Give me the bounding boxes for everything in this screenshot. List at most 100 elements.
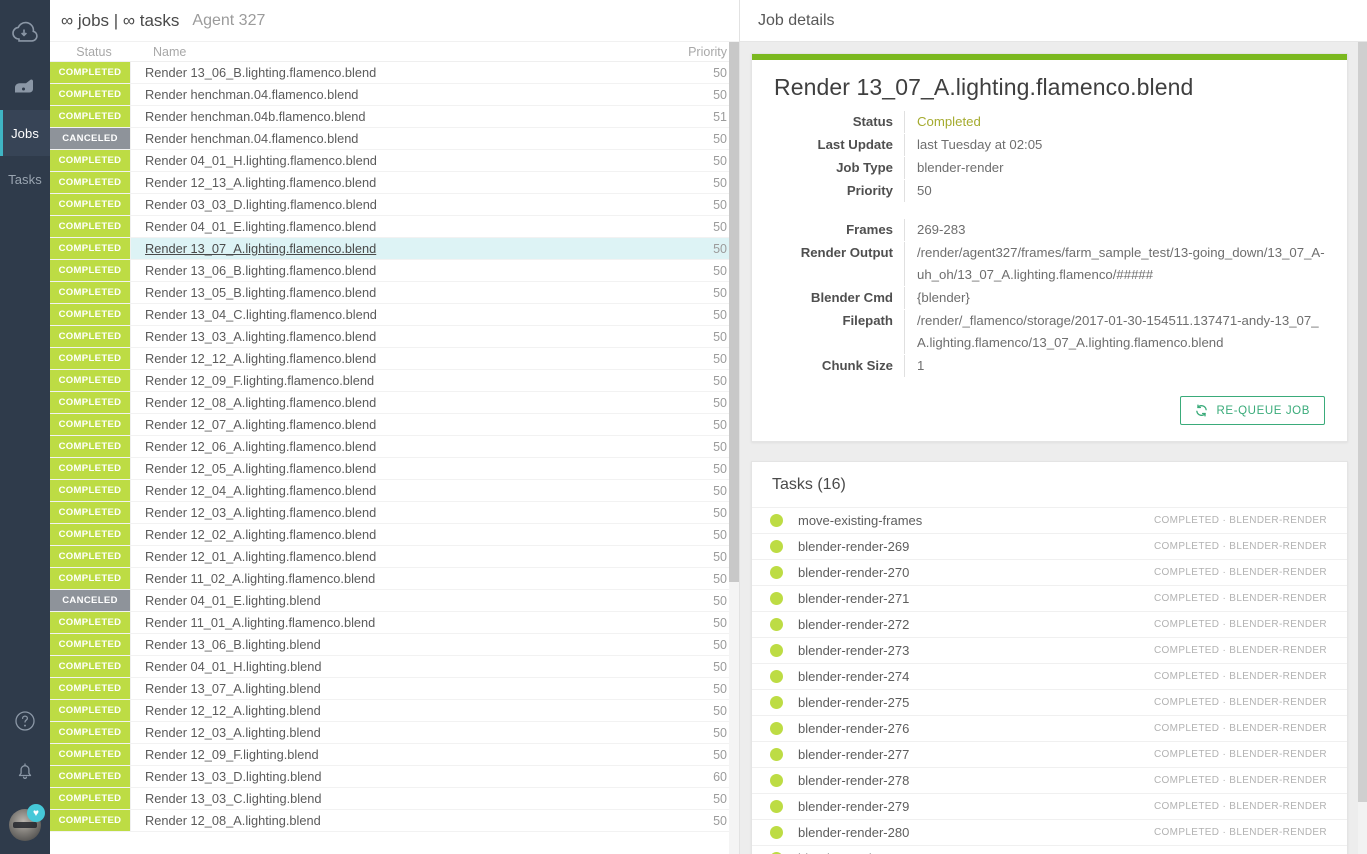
job-name-cell[interactable]: Render henchman.04b.flamenco.blend <box>130 106 650 127</box>
table-row[interactable]: COMPLETED Render 13_06_B.lighting.blend 50 <box>50 634 740 656</box>
job-name-cell[interactable]: Render 12_03_A.lighting.flamenco.blend <box>130 502 650 523</box>
requeue-job-button[interactable]: RE-QUEUE JOB <box>1179 396 1325 425</box>
job-name-cell[interactable]: Render 04_01_H.lighting.flamenco.blend <box>130 150 650 171</box>
job-name-cell[interactable]: Render 13_06_B.lighting.flamenco.blend <box>130 62 650 83</box>
list-item[interactable]: blender-render-277 COMPLETED · BLENDER-RE… <box>752 741 1347 767</box>
details-scrollbar[interactable] <box>1358 42 1367 854</box>
job-name-cell[interactable]: Render 13_05_B.lighting.flamenco.blend <box>130 282 650 303</box>
table-row[interactable]: COMPLETED Render 13_06_B.lighting.flamenc… <box>50 260 740 282</box>
list-item[interactable]: move-existing-frames COMPLETED · BLENDER-… <box>752 507 1347 533</box>
list-item[interactable]: blender-render-272 COMPLETED · BLENDER-RE… <box>752 611 1347 637</box>
table-row[interactable]: CANCELED Render 04_01_E.lighting.blend 50 <box>50 590 740 612</box>
column-header-name[interactable]: Name <box>138 45 650 59</box>
details-scrollbar-thumb[interactable] <box>1358 42 1367 802</box>
job-name-cell[interactable]: Render 13_07_A.lighting.flamenco.blend <box>130 238 650 259</box>
task-name: blender-render-275 <box>798 695 910 710</box>
job-name-cell[interactable]: Render 12_01_A.lighting.flamenco.blend <box>130 546 650 567</box>
table-row[interactable]: COMPLETED Render 04_01_E.lighting.flamenc… <box>50 216 740 238</box>
list-item[interactable]: blender-render-271 COMPLETED · BLENDER-RE… <box>752 585 1347 611</box>
job-name-cell[interactable]: Render 13_07_A.lighting.blend <box>130 678 650 699</box>
list-item[interactable]: blender-render-274 COMPLETED · BLENDER-RE… <box>752 663 1347 689</box>
job-name-cell[interactable]: Render henchman.04.flamenco.blend <box>130 128 650 149</box>
table-row[interactable]: COMPLETED Render 13_07_A.lighting.flamenc… <box>50 238 740 260</box>
job-name-cell[interactable]: Render 11_01_A.lighting.flamenco.blend <box>130 612 650 633</box>
list-item[interactable]: blender-render-275 COMPLETED · BLENDER-RE… <box>752 689 1347 715</box>
job-name-cell[interactable]: Render 12_07_A.lighting.flamenco.blend <box>130 414 650 435</box>
table-row[interactable]: COMPLETED Render 13_06_B.lighting.flamenc… <box>50 62 740 84</box>
job-name-cell[interactable]: Render 12_09_F.lighting.flamenco.blend <box>130 370 650 391</box>
table-row[interactable]: COMPLETED Render 12_05_A.lighting.flamenc… <box>50 458 740 480</box>
job-name-cell[interactable]: Render 12_08_A.lighting.flamenco.blend <box>130 392 650 413</box>
help-circle-icon[interactable] <box>0 696 50 746</box>
job-name-cell[interactable]: Render 13_06_B.lighting.blend <box>130 634 650 655</box>
job-name-cell[interactable]: Render 03_03_D.lighting.flamenco.blend <box>130 194 650 215</box>
bell-icon[interactable] <box>0 746 50 796</box>
column-header-status[interactable]: Status <box>50 45 138 59</box>
job-name-cell[interactable]: Render 04_01_E.lighting.blend <box>130 590 650 611</box>
table-row[interactable]: COMPLETED Render 12_03_A.lighting.blend 50 <box>50 722 740 744</box>
table-row[interactable]: COMPLETED Render 13_03_D.lighting.blend 60 <box>50 766 740 788</box>
job-name-cell[interactable]: Render 13_03_A.lighting.flamenco.blend <box>130 326 650 347</box>
table-row[interactable]: COMPLETED Render 12_12_A.lighting.flamenc… <box>50 348 740 370</box>
sidebar-item-jobs[interactable]: Jobs <box>0 110 50 156</box>
job-name-cell[interactable]: Render henchman.04.flamenco.blend <box>130 84 650 105</box>
job-name-cell[interactable]: Render 12_06_A.lighting.flamenco.blend <box>130 436 650 457</box>
list-item[interactable]: blender-render-273 COMPLETED · BLENDER-RE… <box>752 637 1347 663</box>
job-name-cell[interactable]: Render 11_02_A.lighting.flamenco.blend <box>130 568 650 589</box>
job-name-cell[interactable]: Render 12_12_A.lighting.flamenco.blend <box>130 348 650 369</box>
job-name-cell[interactable]: Render 13_03_D.lighting.blend <box>130 766 650 787</box>
job-name-cell[interactable]: Render 04_01_E.lighting.flamenco.blend <box>130 216 650 237</box>
task-meta: COMPLETED · BLENDER-RENDER <box>1153 593 1327 604</box>
job-name-cell[interactable]: Render 12_12_A.lighting.blend <box>130 700 650 721</box>
flamenco-icon[interactable] <box>0 68 50 106</box>
job-name-cell[interactable]: Render 12_03_A.lighting.blend <box>130 722 650 743</box>
job-name-cell[interactable]: Render 12_09_F.lighting.blend <box>130 744 650 765</box>
column-header-priority[interactable]: Priority <box>650 45 740 59</box>
job-name-cell[interactable]: Render 12_04_A.lighting.flamenco.blend <box>130 480 650 501</box>
list-item[interactable]: blender-render-270 COMPLETED · BLENDER-RE… <box>752 559 1347 585</box>
list-item[interactable]: blender-render-269 COMPLETED · BLENDER-RE… <box>752 533 1347 559</box>
table-row[interactable]: COMPLETED Render 12_02_A.lighting.flamenc… <box>50 524 740 546</box>
table-row[interactable]: COMPLETED Render 11_02_A.lighting.flamenc… <box>50 568 740 590</box>
job-name-cell[interactable]: Render 13_06_B.lighting.flamenco.blend <box>130 260 650 281</box>
table-row[interactable]: COMPLETED Render 13_07_A.lighting.blend 50 <box>50 678 740 700</box>
table-row[interactable]: COMPLETED Render 12_09_F.lighting.blend 50 <box>50 744 740 766</box>
job-name-cell[interactable]: Render 12_08_A.lighting.blend <box>130 810 650 831</box>
table-row[interactable]: COMPLETED Render 12_07_A.lighting.flamenc… <box>50 414 740 436</box>
table-row[interactable]: COMPLETED Render 12_13_A.lighting.flamenc… <box>50 172 740 194</box>
table-row[interactable]: COMPLETED Render 12_12_A.lighting.blend 50 <box>50 700 740 722</box>
table-row[interactable]: COMPLETED Render henchman.04.flamenco.ble… <box>50 84 740 106</box>
list-item[interactable]: blender-render-279 COMPLETED · BLENDER-RE… <box>752 793 1347 819</box>
sidebar-item-tasks[interactable]: Tasks <box>0 156 50 202</box>
table-row[interactable]: COMPLETED Render 12_08_A.lighting.blend 50 <box>50 810 740 832</box>
list-item[interactable]: blender-render-278 COMPLETED · BLENDER-RE… <box>752 767 1347 793</box>
table-row[interactable]: COMPLETED Render 12_04_A.lighting.flamenc… <box>50 480 740 502</box>
table-row[interactable]: COMPLETED Render 03_03_D.lighting.flamenc… <box>50 194 740 216</box>
avatar[interactable]: ♥ <box>0 796 50 854</box>
table-row[interactable]: COMPLETED Render henchman.04b.flamenco.bl… <box>50 106 740 128</box>
list-item[interactable]: blender-render-276 COMPLETED · BLENDER-RE… <box>752 715 1347 741</box>
cloud-icon[interactable] <box>0 10 50 54</box>
table-row[interactable]: COMPLETED Render 12_03_A.lighting.flamenc… <box>50 502 740 524</box>
status-badge: COMPLETED <box>50 810 130 831</box>
job-name-cell[interactable]: Render 12_05_A.lighting.flamenco.blend <box>130 458 650 479</box>
table-row[interactable]: COMPLETED Render 12_08_A.lighting.flamenc… <box>50 392 740 414</box>
job-name-cell[interactable]: Render 12_02_A.lighting.flamenco.blend <box>130 524 650 545</box>
table-row[interactable]: COMPLETED Render 04_01_H.lighting.blend 50 <box>50 656 740 678</box>
table-row[interactable]: COMPLETED Render 13_03_C.lighting.blend 50 <box>50 788 740 810</box>
table-row[interactable]: COMPLETED Render 11_01_A.lighting.flamenc… <box>50 612 740 634</box>
job-name-cell[interactable]: Render 12_13_A.lighting.flamenco.blend <box>130 172 650 193</box>
job-name-cell[interactable]: Render 04_01_H.lighting.blend <box>130 656 650 677</box>
table-row[interactable]: COMPLETED Render 12_09_F.lighting.flamenc… <box>50 370 740 392</box>
table-row[interactable]: COMPLETED Render 12_01_A.lighting.flamenc… <box>50 546 740 568</box>
table-row[interactable]: COMPLETED Render 04_01_H.lighting.flamenc… <box>50 150 740 172</box>
list-item[interactable]: blender-render-281COMPLETED · BLENDER-RE… <box>752 845 1347 854</box>
table-row[interactable]: CANCELED Render henchman.04.flamenco.blen… <box>50 128 740 150</box>
table-row[interactable]: COMPLETED Render 13_05_B.lighting.flamenc… <box>50 282 740 304</box>
job-name-cell[interactable]: Render 13_03_C.lighting.blend <box>130 788 650 809</box>
table-row[interactable]: COMPLETED Render 13_04_C.lighting.flamenc… <box>50 304 740 326</box>
job-name-cell[interactable]: Render 13_04_C.lighting.flamenco.blend <box>130 304 650 325</box>
table-row[interactable]: COMPLETED Render 12_06_A.lighting.flamenc… <box>50 436 740 458</box>
list-item[interactable]: blender-render-280 COMPLETED · BLENDER-RE… <box>752 819 1347 845</box>
table-row[interactable]: COMPLETED Render 13_03_A.lighting.flamenc… <box>50 326 740 348</box>
